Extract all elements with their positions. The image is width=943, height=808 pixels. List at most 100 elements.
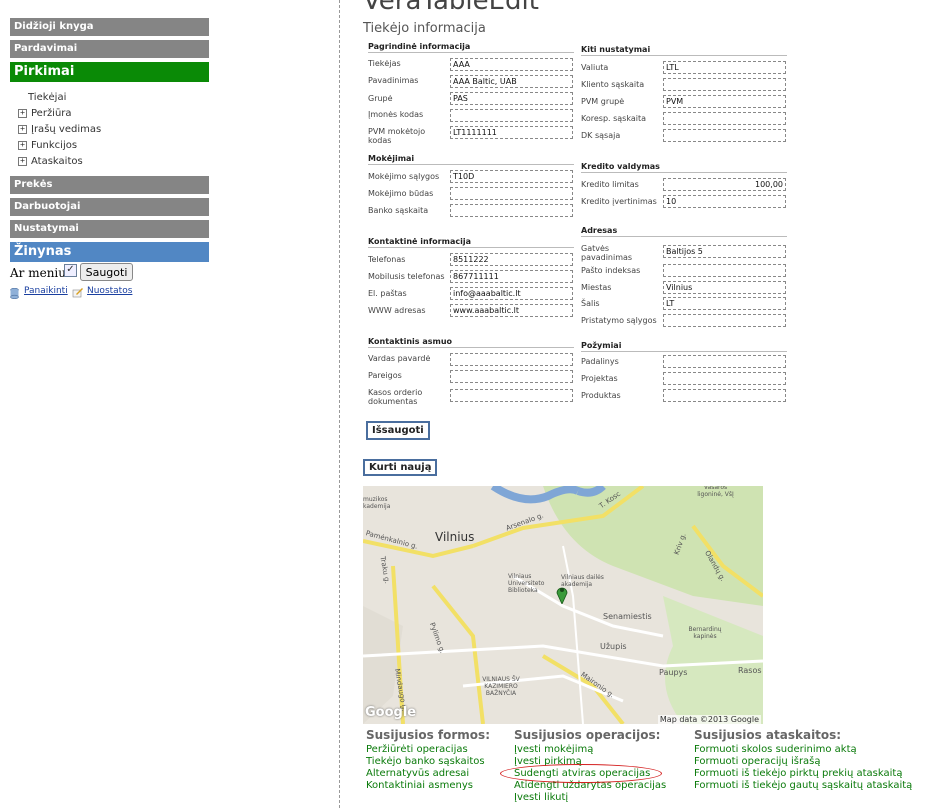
koresp-saskaita-field[interactable] <box>663 112 786 125</box>
panaikinti-link[interactable]: Panaikinti <box>24 286 68 296</box>
expand-icon[interactable]: + <box>18 124 27 134</box>
menu-darbuotojai[interactable]: Darbuotojai <box>10 198 209 216</box>
imones-kodas-field[interactable] <box>450 109 573 122</box>
related-op-link[interactable]: Įvesti mokėjimą <box>514 744 593 755</box>
armenu-label: Ar meniu: <box>10 266 71 280</box>
related-ops-heading: Susijusios operacijos: <box>514 728 661 742</box>
database-icon <box>10 284 19 300</box>
menu-prekes[interactable]: Prekės <box>10 176 209 194</box>
related-report-link[interactable]: Formuoti iš tiekėjo pirktų prekių ataska… <box>694 768 902 779</box>
saugoti-button[interactable]: Saugoti <box>80 263 133 281</box>
section-title: Tiekėjo informacija <box>363 21 486 36</box>
produktas-field[interactable] <box>663 389 786 402</box>
google-logo: Google <box>365 705 417 720</box>
menu-pardavimai[interactable]: Pardavimai <box>10 40 209 58</box>
field-label: Pareigos <box>368 371 402 380</box>
gatve-field[interactable]: Baltijos 5 <box>663 245 786 258</box>
field-label: PVM grupė <box>581 97 625 106</box>
main-info-heading: Pagrindinė informacija <box>368 42 471 51</box>
field-label: Gatvės pavadinimas <box>581 244 633 262</box>
field-label: Kredito limitas <box>581 180 639 189</box>
sub-perziura-label: Peržiūra <box>31 108 72 119</box>
mobilusis-field[interactable]: 867711111 <box>450 270 573 283</box>
menu-pirkimai[interactable]: Pirkimai <box>10 62 209 82</box>
address-heading: Adresas <box>581 226 618 235</box>
expand-icon[interactable]: + <box>18 108 27 118</box>
kredito-limitas-field[interactable]: 100,00 <box>663 178 786 191</box>
pristatymo-salygos-field[interactable] <box>663 314 786 327</box>
field-label: Pristatymo sąlygos <box>581 316 657 325</box>
sub-ataskaitos-label: Ataskaitos <box>31 156 83 167</box>
telefonas-field[interactable]: 8511222 <box>450 253 573 266</box>
map-pin-icon[interactable] <box>556 584 568 605</box>
credit-heading: Kredito valdymas <box>581 162 660 171</box>
pavadinimas-field[interactable]: AAA Baltic, UAB <box>450 75 573 88</box>
field-label: Kredito įvertinimas <box>581 197 657 206</box>
kredito-ivertinimas-field[interactable]: 10 <box>663 195 786 208</box>
valiuta-field[interactable]: LTL <box>663 61 786 74</box>
save-button[interactable]: Išsaugoti <box>366 421 430 440</box>
map-label-library: Vilniaus Universiteto Biblioteka <box>508 573 545 594</box>
related-form-link[interactable]: Kontaktiniai asmenys <box>366 780 473 791</box>
www-field[interactable]: www.aaabaltic.lt <box>450 304 573 317</box>
sub-perziura[interactable]: + Peržiūra <box>18 107 72 121</box>
field-label: Šalis <box>581 299 600 308</box>
related-form-link[interactable]: Peržiūrėti operacijas <box>366 744 468 755</box>
projektas-field[interactable] <box>663 372 786 385</box>
sub-funkcijos[interactable]: + Funkcijos <box>18 139 77 153</box>
new-button[interactable]: Kurti naują <box>363 459 438 476</box>
map-label-senamiestis: Senamiestis <box>603 612 652 621</box>
related-report-link[interactable]: Formuoti iš tiekėjo gautų sąskaitų atask… <box>694 780 912 791</box>
field-label: Koresp. sąskaita <box>581 114 647 123</box>
sub-funkcijos-label: Funkcijos <box>31 140 78 151</box>
map-label-cemetery: Bernardinų kapinės <box>688 626 722 640</box>
field-label: Produktas <box>581 391 621 400</box>
sub-irasu-vedimas[interactable]: + Įrašų vedimas <box>18 123 101 137</box>
armenu-checkbox[interactable]: ✓ <box>64 264 77 277</box>
pasto-indeksas-field[interactable] <box>663 264 786 277</box>
related-form-link[interactable]: Alternatyvūs adresai <box>366 768 469 779</box>
map[interactable]: Vilnius Vilniaus Universiteto Biblioteka… <box>363 486 763 724</box>
menu-zinynas[interactable]: Žinynas <box>10 242 209 262</box>
field-label: Telefonas <box>368 255 406 264</box>
field-label: WWW adresas <box>368 306 426 315</box>
map-label-rasos: Rasos <box>738 666 762 675</box>
dk-sasaja-field[interactable] <box>663 129 786 142</box>
kliento-saskaita-field[interactable] <box>663 78 786 91</box>
menu-didzioji-knyga[interactable]: Didžioji knyga <box>10 18 209 36</box>
salis-field[interactable]: LT <box>663 297 786 310</box>
vertical-divider <box>339 0 340 808</box>
field-label: Pavadinimas <box>368 76 419 85</box>
page-title: VeraTableEdit <box>363 0 539 16</box>
vardas-pavarde-field[interactable] <box>450 353 573 366</box>
miestas-field[interactable]: Vilnius <box>663 281 786 294</box>
field-label: DK sąsaja <box>581 131 621 140</box>
pvm-kodas-field[interactable]: LT1111111 <box>450 126 573 139</box>
related-report-link[interactable]: Formuoti operacijų išrašą <box>694 756 821 767</box>
sub-irasu-label: Įrašų vedimas <box>31 124 102 135</box>
nuostatos-link[interactable]: Nuostatos <box>87 286 132 296</box>
field-label: Kasos orderio dokumentas <box>368 388 423 406</box>
map-label-church: VILNIAUS ŠV KAZIMIERO BAŽNYČIA <box>482 676 520 697</box>
mokejimo-budas-field[interactable] <box>450 187 573 200</box>
pareigos-field[interactable] <box>450 370 573 383</box>
banko-saskaita-field[interactable] <box>450 204 573 217</box>
field-label: Grupė <box>368 94 393 103</box>
kasos-orderio-field[interactable] <box>450 389 573 402</box>
related-op-link[interactable]: Įvesti likutį <box>514 792 568 803</box>
sub-tiekejai[interactable]: Tiekėjai <box>28 91 66 105</box>
menu-nustatymai[interactable]: Nustatymai <box>10 220 209 238</box>
field-label: El. paštas <box>368 289 407 298</box>
pvm-grupe-field[interactable]: PVM <box>663 95 786 108</box>
padalinys-field[interactable] <box>663 355 786 368</box>
field-label: Mobilusis telefonas <box>368 272 445 281</box>
related-report-link[interactable]: Formuoti skolos suderinimo aktą <box>694 744 857 755</box>
related-form-link[interactable]: Tiekėjo banko sąskaitos <box>366 756 485 767</box>
expand-icon[interactable]: + <box>18 140 27 150</box>
mokejimo-salygos-field[interactable]: T10D <box>450 170 573 183</box>
grupe-field[interactable]: PAS <box>450 92 573 105</box>
sub-ataskaitos[interactable]: + Ataskaitos <box>18 155 83 169</box>
tiekejas-field[interactable]: AAA <box>450 58 573 71</box>
el-pastas-field[interactable]: info@aaabaltic.lt <box>450 287 573 300</box>
expand-icon[interactable]: + <box>18 156 27 166</box>
